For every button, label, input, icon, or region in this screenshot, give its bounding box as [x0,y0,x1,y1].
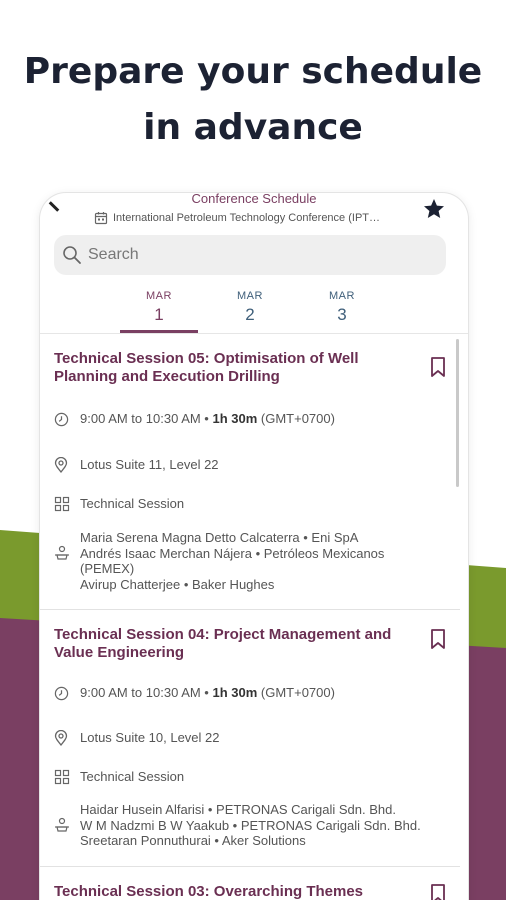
bookmark-icon[interactable] [428,883,448,900]
clock-icon [54,686,69,700]
phone-screen: Conference Schedule International Petrol… [40,193,468,900]
speaker-name[interactable]: Maria Serena Magna Detto Calcaterra • En… [80,530,420,546]
conference-name: International Petroleum Technology Confe… [113,212,380,224]
session-time-range: 9:00 AM to 10:30 AM • [80,411,213,426]
headline-line-1: Prepare your schedule [23,51,483,92]
date-tab-mar-3[interactable]: MAR 3 [303,288,381,333]
grid-icon [54,769,70,785]
session-speakers-row: Haidar Husein Alfarisi • PETRONAS Cariga… [54,802,446,849]
session-timezone: (GMT+0700) [257,411,335,426]
session-location-row: Lotus Suite 11, Level 22 [54,457,446,473]
calendar-icon [94,212,108,225]
location-pin-icon [54,730,68,746]
search-placeholder: Search [88,246,139,263]
bookmark-icon[interactable] [428,628,448,650]
session-title[interactable]: Technical Session 03: Overarching Themes [54,883,404,900]
session-title[interactable]: Technical Session 05: Optimisation of We… [54,350,404,386]
tabs-divider [40,333,468,334]
promo-headline: Prepare your schedule in advance [0,44,506,156]
date-tabs: MAR 1 MAR 2 MAR 3 [100,288,400,333]
speaker-name[interactable]: W M Nadzmi B W Yaakub • PETRONAS Carigal… [80,818,440,834]
session-duration: 1h 30m [212,685,258,700]
session-speakers-row: Maria Serena Magna Detto Calcaterra • En… [54,530,446,592]
session-time-row: 9:00 AM to 10:30 AM • 1h 30m (GMT+0700) [54,411,446,427]
session-timezone: (GMT+0700) [257,685,335,700]
date-tab-month: MAR [237,290,263,302]
session-divider [40,609,460,610]
date-tab-day: 1 [154,305,164,324]
date-tab-day: 2 [245,305,255,324]
star-icon[interactable] [422,197,446,221]
speaker-name[interactable]: Sreetaran Ponnuthurai • Aker Solutions [80,833,440,849]
session-location-row: Lotus Suite 10, Level 22 [54,730,446,746]
date-tab-mar-1[interactable]: MAR 1 [120,288,198,333]
session-type: Technical Session [80,496,185,511]
date-tab-mar-2[interactable]: MAR 2 [211,288,289,333]
date-tab-month: MAR [329,290,355,302]
grid-icon [54,496,70,512]
bookmark-icon[interactable] [428,356,448,378]
search-input[interactable]: Search [54,235,446,275]
session-location: Lotus Suite 10, Level 22 [80,730,220,745]
session-type-row: Technical Session [54,769,446,785]
conference-subtitle: International Petroleum Technology Confe… [94,210,414,226]
session-time-row: 9:00 AM to 10:30 AM • 1h 30m (GMT+0700) [54,685,446,701]
session-type-row: Technical Session [54,496,446,512]
search-icon [63,246,81,264]
date-tab-month: MAR [146,290,172,302]
session-title[interactable]: Technical Session 04: Project Management… [54,626,404,662]
headline-line-2: in advance [143,107,363,148]
location-pin-icon [54,457,68,473]
screen-title: Conference Schedule [191,193,317,206]
session-duration: 1h 30m [212,411,258,426]
session-time-range: 9:00 AM to 10:30 AM • [80,685,213,700]
session-divider [40,866,460,867]
speaker-name[interactable]: Avirup Chatterjee • Baker Hughes [80,577,420,593]
speaker-name[interactable]: Haidar Husein Alfarisi • PETRONAS Cariga… [80,802,440,818]
speaker-icon [55,545,69,560]
scrollbar[interactable] [456,339,459,487]
session-type: Technical Session [80,769,185,784]
date-tab-day: 3 [337,305,347,324]
speaker-name[interactable]: Andrés Isaac Merchan Nájera • Petróleos … [80,546,420,577]
clock-icon [54,412,69,426]
session-location: Lotus Suite 11, Level 22 [80,457,219,472]
speaker-icon [55,817,69,832]
